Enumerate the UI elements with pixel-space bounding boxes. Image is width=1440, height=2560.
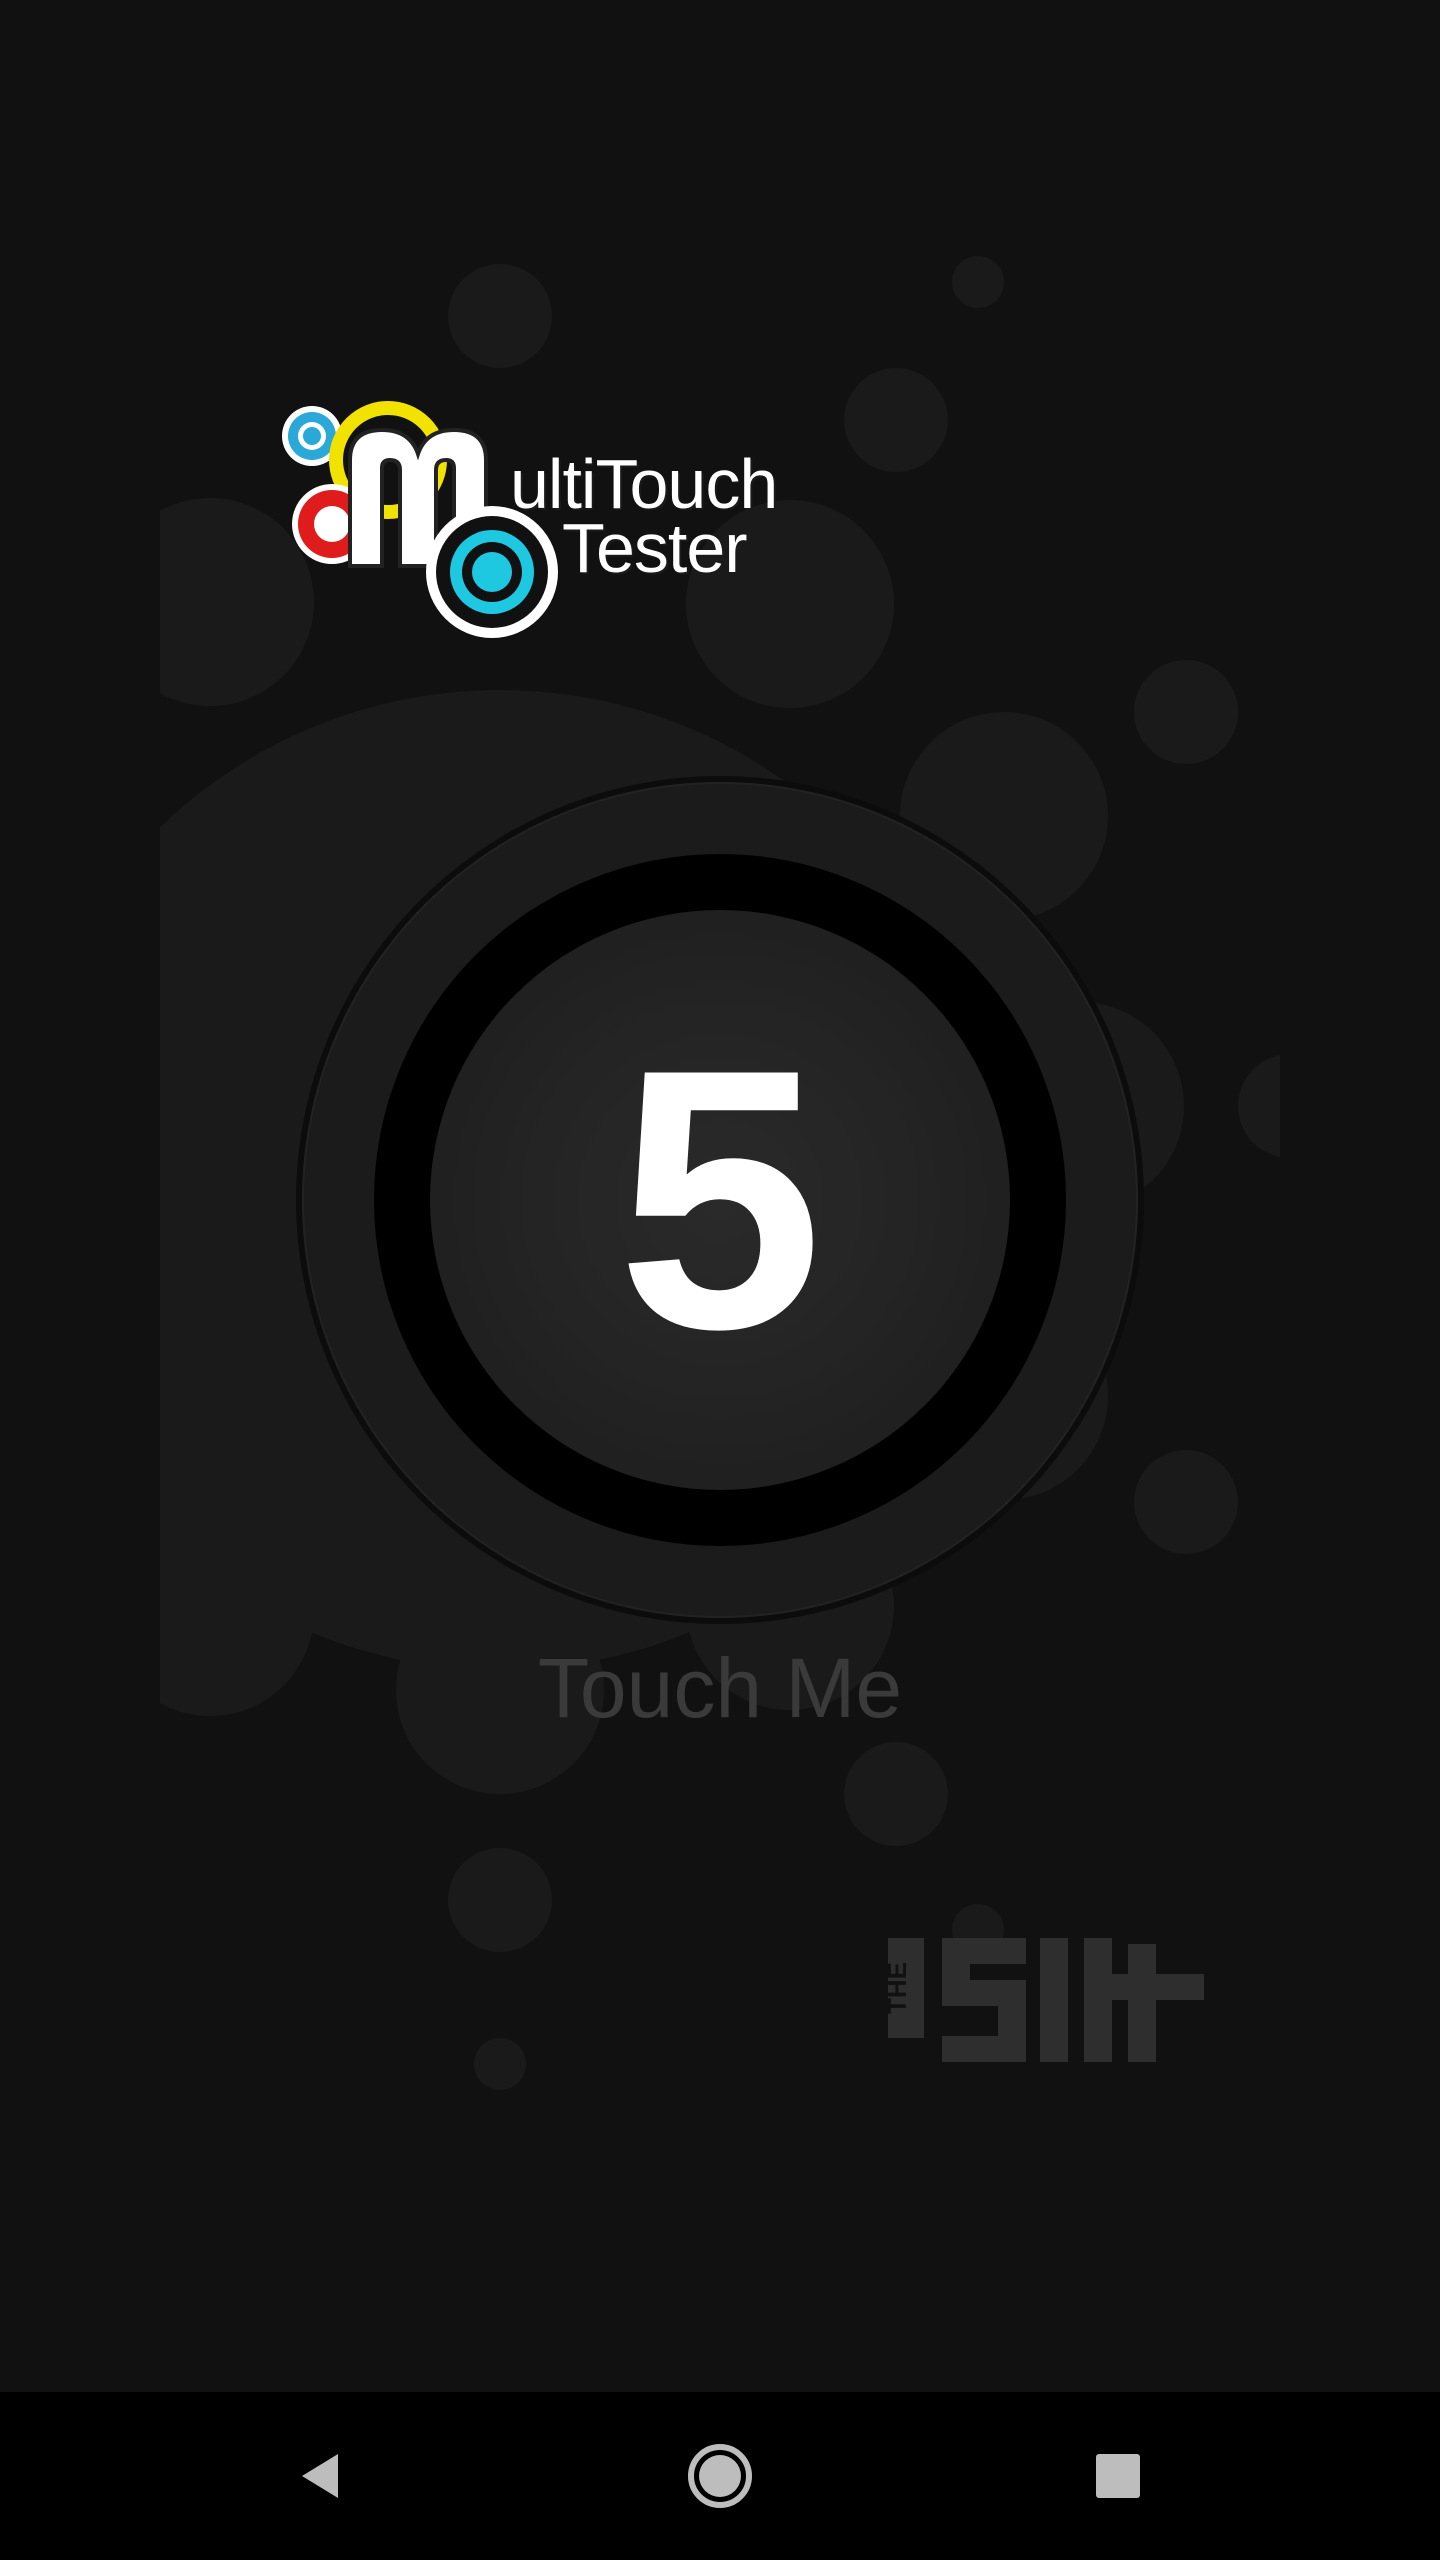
brand-logo: THE bbox=[882, 1930, 1210, 2070]
touch-me-label: Touch Me bbox=[537, 1641, 903, 1735]
brand-prefix: THE bbox=[888, 1962, 912, 2014]
touch-counter-button[interactable]: 5 bbox=[302, 782, 1138, 1618]
recents-button[interactable] bbox=[1058, 2416, 1178, 2536]
home-circle-icon bbox=[688, 2444, 752, 2508]
app-screen: ultiTouch Tester 5 Touch Me THE bbox=[0, 0, 1440, 2560]
home-button[interactable] bbox=[660, 2416, 780, 2536]
back-button[interactable] bbox=[262, 2416, 382, 2536]
app-logo: ultiTouch Tester bbox=[270, 390, 810, 660]
logo-title-line2: Tester bbox=[562, 509, 748, 587]
back-triangle-icon bbox=[302, 2454, 338, 2498]
the-sit-logo-icon: THE bbox=[882, 1938, 1204, 2062]
recents-square-icon bbox=[1096, 2454, 1140, 2498]
touch-count: 5 bbox=[617, 993, 823, 1406]
system-navigation-bar bbox=[0, 2392, 1440, 2560]
